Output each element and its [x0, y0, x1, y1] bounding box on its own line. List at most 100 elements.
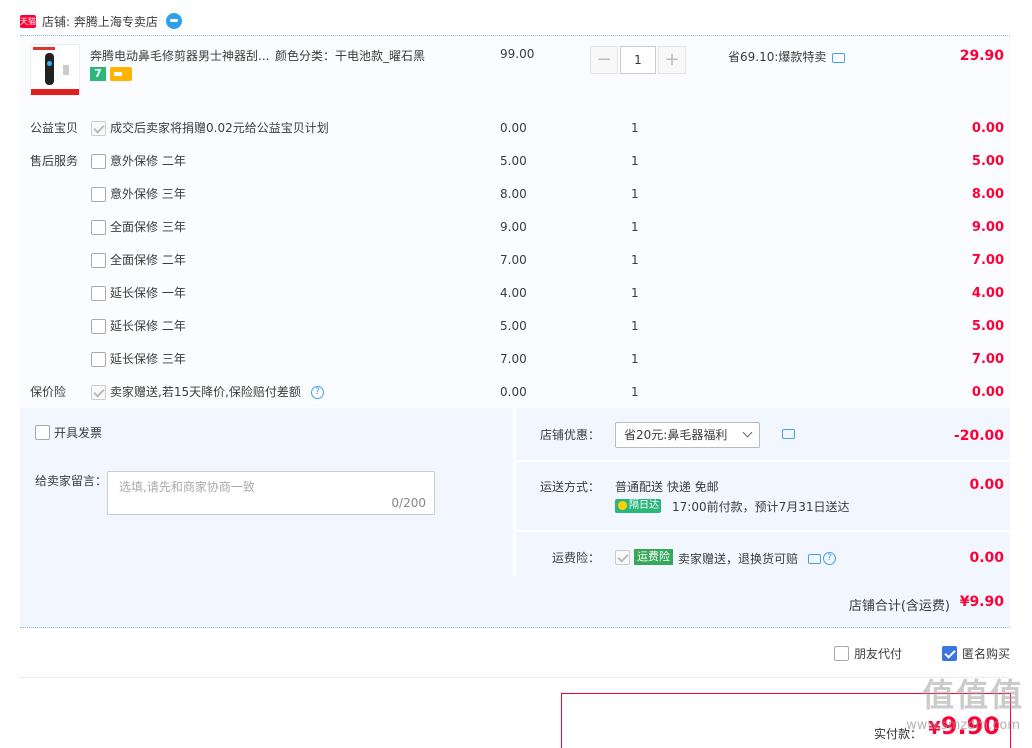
insurance-icons: ? [808, 551, 836, 565]
message-icon[interactable] [832, 52, 846, 63]
row-price: 7.00 [500, 253, 527, 267]
row-price: 9.00 [500, 220, 527, 234]
row-checkbox[interactable] [91, 286, 106, 301]
row-name: 延长保修 二年 [110, 310, 186, 343]
message-icon[interactable] [782, 429, 795, 439]
row-name-text: 延长保修 二年 [110, 319, 186, 333]
invoice-label: 开具发票 [54, 426, 103, 440]
product-promo-text: 省69.10:爆款特卖 [728, 50, 827, 64]
row-sum: 5.00 [971, 319, 1004, 334]
row-qty: 1 [631, 154, 639, 168]
anonymous-checkbox[interactable] [942, 646, 957, 661]
row-name: 意外保修 三年 [110, 178, 186, 211]
discount-amount: -20.00 [953, 428, 1004, 444]
discount-cell: 店铺优惠： 省20元:鼻毛器福利 -20.00 [516, 408, 1010, 460]
service-row: 保价险 卖家赠送,若15天降价,保险赔付差额? 0.00 1 0.00 [20, 376, 1010, 409]
row-name: 卖家赠送,若15天降价,保险赔付差额? [110, 376, 324, 409]
shipping-eta: 17:00前付款，预计7月31日送达 [672, 500, 850, 514]
row-name: 意外保修 二年 [110, 145, 186, 178]
row-sum: 0.00 [971, 385, 1004, 400]
row-checkbox[interactable] [91, 187, 106, 202]
anonymous-option[interactable]: 匿名购买 [942, 645, 1010, 662]
help-icon[interactable]: ? [310, 386, 324, 399]
tmall-logo-icon: 天猫 [20, 14, 36, 28]
row-price: 7.00 [500, 352, 527, 366]
shop-total-row: 店铺合计(含运费) ¥9.90 [20, 576, 1010, 628]
row-qty: 1 [631, 121, 639, 135]
product-title-link[interactable]: 奔腾电动鼻毛修剪器男士神器刮... [90, 47, 269, 64]
row-name: 延长保修 三年 [110, 343, 186, 376]
service-row: 延长保修 一年 4.00 1 4.00 [20, 277, 1010, 310]
chevron-down-icon [742, 427, 753, 438]
row-name-text: 成交后卖家将捐赠0.02元给公益宝贝计划 [110, 121, 329, 135]
wangwang-chat-icon[interactable] [165, 13, 182, 29]
brand-bar [33, 47, 55, 50]
row-name-text: 意外保修 三年 [110, 187, 186, 201]
service-row: 意外保修 三年 8.00 1 8.00 [20, 178, 1010, 211]
insurance-text: 卖家赠送，退换货可赔 [678, 552, 799, 566]
order-right-panel: 店铺优惠： 省20元:鼻毛器福利 -20.00 运送方式： 普通配送 快递 免邮… [516, 408, 1010, 576]
insurance-cell: 运费险： 运费险 卖家赠送，退换货可赔 ? 0.00 [516, 532, 1010, 576]
increase-button[interactable]: + [658, 46, 686, 74]
message-placeholder: 选填,请先和商家协商一致 [119, 480, 255, 494]
discount-selected: 省20元:鼻毛器福利 [624, 428, 728, 442]
row-name-text: 卖家赠送,若15天降价,保险赔付差额 [110, 385, 301, 399]
discount-label: 店铺优惠： [540, 428, 601, 442]
product-attribute: 颜色分类：干电池款_曜石黑 [275, 49, 426, 63]
message-icon[interactable] [808, 553, 821, 564]
friend-pay-label: 朋友代付 [854, 647, 903, 661]
row-qty: 1 [631, 286, 639, 300]
service-row: 全面保修 二年 7.00 1 7.00 [20, 244, 1010, 277]
shipping-cell: 运送方式： 普通配送 快递 免邮 隔日达 17:00前付款，预计7月31日送达 … [516, 462, 1010, 530]
insurance-amount: 0.00 [969, 550, 1004, 566]
quantity-input[interactable]: 1 [620, 46, 656, 74]
row-qty: 1 [631, 385, 639, 399]
anonymous-label: 匿名购买 [962, 647, 1011, 661]
row-name-text: 全面保修 三年 [110, 220, 186, 234]
row-name-text: 全面保修 二年 [110, 253, 186, 267]
friend-pay-option[interactable]: 朋友代付 [834, 645, 902, 662]
watermark-logo: 值值值 [921, 676, 1024, 714]
row-price: 0.00 [500, 121, 527, 135]
help-icon[interactable]: ? [823, 552, 836, 565]
service-row: 售后服务 意外保修 二年 5.00 1 5.00 [20, 145, 1010, 178]
seller-message-input[interactable]: 选填,请先和商家协商一致 0/200 [107, 471, 435, 515]
row-checkbox[interactable] [91, 220, 106, 235]
row-checkbox[interactable] [91, 319, 106, 334]
order-extra-section: 开具发票 给卖家留言： 选填,请先和商家协商一致 0/200 店铺优惠： 省20… [20, 408, 1010, 628]
row-sum: 0.00 [971, 121, 1004, 136]
insurance-checkbox [615, 550, 630, 565]
row-qty: 1 [631, 352, 639, 366]
invoice-option[interactable]: 开具发票 [35, 424, 102, 441]
product-subtotal: 29.90 [959, 48, 1004, 64]
credit-card-icon [110, 67, 132, 81]
shop-name-link[interactable]: 店铺: 奔腾上海专卖店 [42, 13, 158, 30]
row-price: 4.00 [500, 286, 527, 300]
row-sum: 7.00 [971, 352, 1004, 367]
next-day-badge: 隔日达 [615, 499, 661, 513]
seven-day-return-icon: 7 [90, 67, 106, 81]
row-name-text: 延长保修 一年 [110, 286, 186, 300]
product-image[interactable] [30, 44, 80, 96]
row-checkbox [91, 385, 106, 400]
row-name: 全面保修 三年 [110, 211, 186, 244]
row-name-text: 意外保修 二年 [110, 154, 186, 168]
row-qty: 1 [631, 187, 639, 201]
row-checkbox [91, 121, 106, 136]
row-checkbox[interactable] [91, 352, 106, 367]
row-checkbox[interactable] [91, 154, 106, 169]
decrease-button[interactable]: − [590, 46, 618, 74]
shipping-method: 普通配送 快递 免邮 [615, 480, 719, 494]
row-checkbox[interactable] [91, 253, 106, 268]
invoice-checkbox[interactable] [35, 425, 50, 440]
row-price: 8.00 [500, 187, 527, 201]
message-char-count: 0/200 [391, 496, 426, 510]
insurance-badge: 运费险 [634, 549, 673, 565]
message-label: 给卖家留言： [35, 474, 108, 488]
row-sum: 9.00 [971, 220, 1004, 235]
row-name-text: 延长保修 三年 [110, 352, 186, 366]
friend-pay-checkbox[interactable] [834, 646, 849, 661]
row-name: 延长保修 一年 [110, 277, 186, 310]
order-left-panel: 开具发票 给卖家留言： 选填,请先和商家协商一致 0/200 [20, 408, 513, 576]
discount-select[interactable]: 省20元:鼻毛器福利 [615, 422, 760, 448]
